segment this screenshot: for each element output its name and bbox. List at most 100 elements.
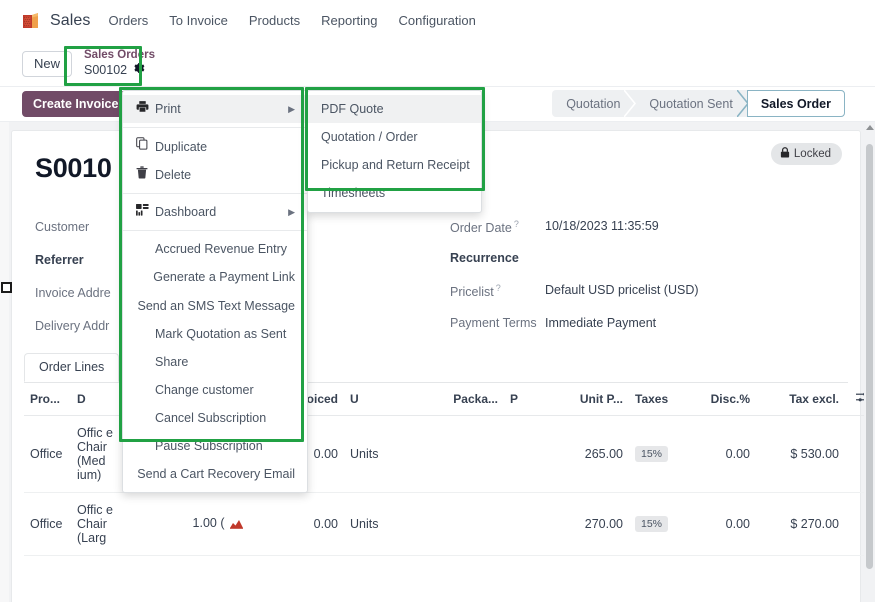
tab-order-lines[interactable]: Order Lines (24, 353, 120, 382)
table-row[interactable]: Office Offic e Chair (Larg 1.00 ( 0.00 U… (24, 492, 875, 556)
stage-sales-order-label: Sales Order (760, 96, 831, 111)
help-icon[interactable]: ? (514, 219, 519, 229)
submenu-item-quotation-order[interactable]: Quotation / Order (308, 123, 481, 151)
cell-taxes[interactable]: 15% (629, 415, 691, 493)
cell-tax-excl[interactable]: $ 530.00 (756, 415, 845, 493)
menu-separator (123, 193, 307, 195)
menu-item-duplicate[interactable]: Duplicate (123, 132, 307, 160)
cell-quantity[interactable]: 1.00 ( (119, 492, 249, 556)
cell-tax-excl[interactable]: $ 270.00 (756, 492, 845, 556)
menu-item-send-cart-recovery-email-label: Send a Cart Recovery Email (137, 467, 295, 482)
cell-p[interactable] (504, 492, 564, 556)
menu-item-delete[interactable]: Delete (123, 161, 307, 189)
menu-item-pause-subscription[interactable]: Pause Subscription (123, 432, 307, 460)
stage-sales-order[interactable]: Sales Order (746, 90, 845, 117)
menu-item-pause-subscription-label: Pause Subscription (155, 439, 263, 454)
menu-item-send-sms-label: Send an SMS Text Message (137, 298, 296, 313)
menu-item-dashboard[interactable]: Dashboard ▶ (123, 198, 307, 226)
cell-packaging[interactable] (429, 415, 504, 493)
breadcrumb-parent[interactable]: Sales Orders (84, 49, 155, 62)
cell-discount[interactable]: 0.00 (691, 492, 756, 556)
dashboard-icon (136, 203, 155, 221)
menu-item-generate-payment-link-label: Generate a Payment Link (153, 270, 295, 285)
menu-item-change-customer[interactable]: Change customer (123, 376, 307, 404)
cell-discount[interactable]: 0.00 (691, 415, 756, 493)
scrollbar-thumb[interactable] (866, 144, 873, 569)
cell-taxes[interactable]: 15% (629, 492, 691, 556)
col-taxes[interactable]: Taxes (629, 383, 691, 416)
new-button[interactable]: New (22, 50, 73, 77)
breadcrumb-record-name: S00102 (84, 62, 128, 77)
vertical-scrollbar[interactable] (864, 122, 875, 602)
cell-uom[interactable]: Units (344, 415, 429, 493)
nav-item-products[interactable]: Products (249, 13, 300, 28)
col-product[interactable]: Pro... (24, 383, 71, 416)
copy-icon (136, 137, 155, 155)
help-icon[interactable]: ? (496, 283, 501, 293)
menu-item-accrued-revenue-entry[interactable]: Accrued Revenue Entry (123, 235, 307, 263)
menu-item-duplicate-label: Duplicate (155, 139, 208, 154)
field-label-payment-terms: Payment Terms (450, 316, 537, 330)
submenu-item-pickup-and-return-receipt[interactable]: Pickup and Return Receipt (308, 151, 481, 179)
resize-handle-marker[interactable] (1, 282, 12, 293)
breadcrumb-bar: New Sales Orders S00102 (0, 41, 875, 86)
cell-unit-price[interactable]: 270.00 (564, 492, 629, 556)
field-value-payment-terms[interactable]: Immediate Payment (545, 316, 656, 330)
area-chart-icon[interactable] (230, 518, 243, 532)
submenu-item-timesheets[interactable]: Timesheets (308, 179, 481, 207)
field-value-order-date[interactable]: 10/18/2023 11:35:59 (545, 219, 659, 233)
print-submenu: PDF Quote Quotation / Order Pickup and R… (307, 90, 482, 213)
chevron-right-icon: ▶ (288, 206, 295, 217)
col-p[interactable]: P (504, 383, 564, 416)
menu-item-delete-label: Delete (155, 167, 192, 182)
cell-uom[interactable]: Units (344, 492, 429, 556)
submenu-item-pdf-quote[interactable]: PDF Quote (308, 95, 481, 124)
field-label-referrer: Referrer (35, 253, 84, 267)
cell-product[interactable]: Office (24, 492, 71, 556)
col-uom[interactable]: U (344, 383, 429, 416)
menu-item-generate-payment-link[interactable]: Generate a Payment Link (123, 263, 307, 291)
menu-item-send-sms[interactable]: Send an SMS Text Message (123, 292, 307, 320)
breadcrumb[interactable]: Sales Orders S00102 (78, 47, 163, 79)
gear-icon[interactable] (133, 62, 145, 77)
col-packaging[interactable]: Packa... (429, 383, 504, 416)
app-name[interactable]: Sales (50, 12, 91, 30)
menu-item-send-cart-recovery-email[interactable]: Send a Cart Recovery Email (123, 460, 307, 488)
stage-quotation-sent-label: Quotation Sent (649, 96, 733, 111)
status-badge-locked: Locked (770, 143, 842, 165)
col-tax-excl[interactable]: Tax excl. (756, 383, 845, 416)
field-value-pricelist[interactable]: Default USD pricelist (USD) (545, 283, 699, 297)
nav-item-to-invoice[interactable]: To Invoice (169, 13, 228, 28)
cell-invoiced[interactable]: 0.00 (249, 492, 344, 556)
menu-item-mark-quotation-as-sent-label: Mark Quotation as Sent (155, 326, 287, 341)
nav-item-orders[interactable]: Orders (109, 13, 149, 28)
nav-item-reporting[interactable]: Reporting (321, 13, 377, 28)
scroll-up-arrow-icon[interactable] (866, 125, 874, 130)
left-gutter (0, 122, 9, 602)
stage-quotation-sent[interactable]: Quotation Sent (635, 89, 749, 118)
cell-packaging[interactable] (429, 492, 504, 556)
top-navbar: Sales Orders To Invoice Products Reporti… (0, 0, 875, 41)
sales-app-icon[interactable] (22, 11, 41, 30)
cell-unit-price[interactable]: 265.00 (564, 415, 629, 493)
create-invoice-button[interactable]: Create Invoice (22, 91, 130, 117)
cell-description[interactable]: Offic e Chair (Med ium) (71, 415, 119, 493)
field-label-delivery-address: Delivery Addr (35, 319, 110, 333)
col-discount[interactable]: Disc.% (691, 383, 756, 416)
menu-separator (123, 230, 307, 232)
menu-item-share[interactable]: Share (123, 348, 307, 376)
stage-quotation[interactable]: Quotation (552, 89, 637, 118)
cell-p[interactable] (504, 415, 564, 493)
cell-product[interactable]: Office (24, 415, 71, 493)
menu-item-mark-quotation-as-sent[interactable]: Mark Quotation as Sent (123, 320, 307, 348)
col-unit-price[interactable]: Unit P... (564, 383, 629, 416)
submenu-item-quotation-order-label: Quotation / Order (321, 130, 418, 145)
quantity-suffix: ( (220, 516, 225, 530)
col-description[interactable]: D (71, 383, 119, 416)
chevron-right-icon: ▶ (288, 103, 295, 114)
menu-item-print[interactable]: Print ▶ (123, 95, 307, 124)
cell-description[interactable]: Offic e Chair (Larg (71, 492, 119, 556)
lock-icon (780, 147, 790, 161)
menu-item-cancel-subscription[interactable]: Cancel Subscription (123, 404, 307, 432)
nav-item-configuration[interactable]: Configuration (399, 13, 476, 28)
